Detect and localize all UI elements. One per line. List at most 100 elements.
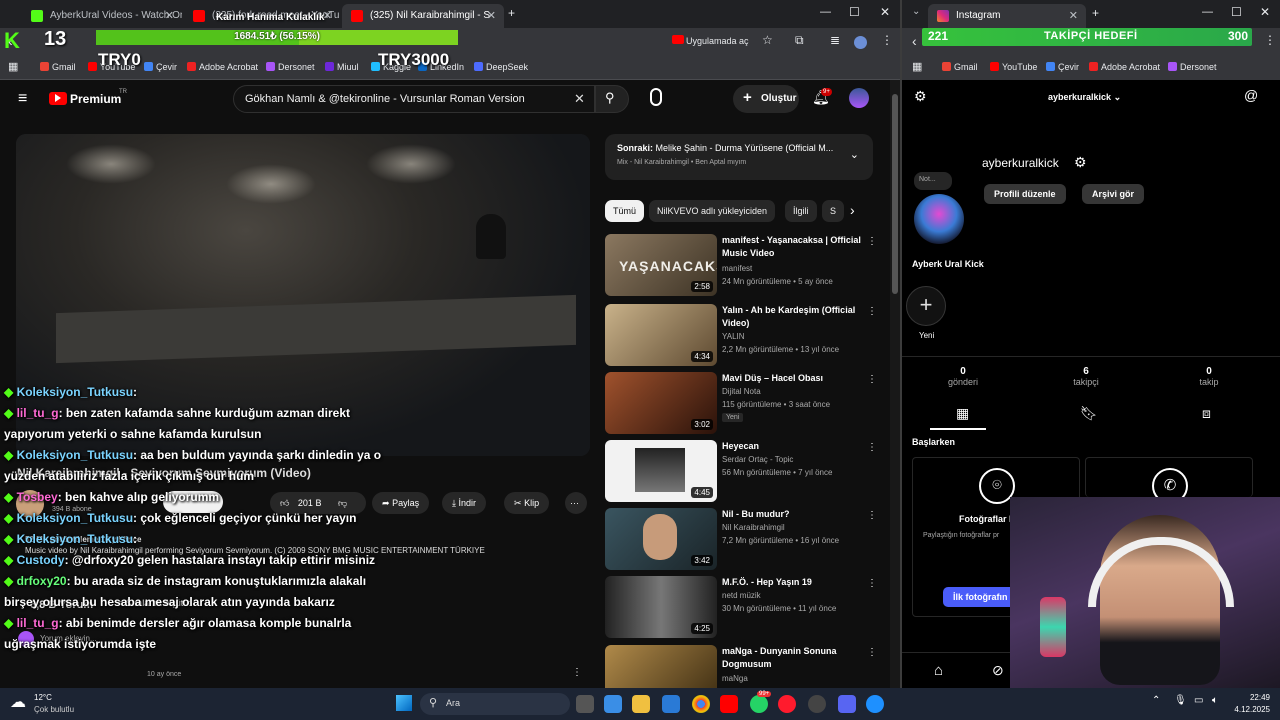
playlist-icon[interactable]: ≣ xyxy=(830,33,840,47)
weather-text[interactable]: Çok bulutlu xyxy=(34,705,74,714)
video-title[interactable]: maNga - Dunyanin Sonuna Dogmusum xyxy=(722,645,864,671)
close-window-icon[interactable]: ✕ xyxy=(1260,5,1270,19)
channel-name[interactable]: Nil Karaibrahimgil xyxy=(722,523,785,532)
bookmark-dersonet[interactable]: Dersonet xyxy=(1168,62,1217,72)
more-options-icon[interactable]: ⋮ xyxy=(867,647,877,658)
home-icon[interactable]: ⌂ xyxy=(934,662,943,679)
premium-logo-text[interactable]: Premium xyxy=(70,92,121,106)
clip-button[interactable]: ✂ Klip xyxy=(504,492,550,514)
weather-icon[interactable]: ☁ xyxy=(10,692,26,712)
minimize-icon[interactable]: — xyxy=(1202,6,1213,18)
clock-date[interactable]: 4.12.2025 xyxy=(1220,705,1270,714)
whatsapp-icon[interactable] xyxy=(750,695,768,713)
menu-kebab-icon[interactable]: ⋮ xyxy=(1264,33,1276,47)
video-thumbnail[interactable]: 4:25 xyxy=(605,576,717,638)
video-title[interactable]: Nil - Bu mudur? xyxy=(722,508,864,521)
more-options-icon[interactable]: ⋮ xyxy=(867,578,877,589)
download-button[interactable]: ⤓ İndir xyxy=(442,492,487,514)
profile-avatar-icon[interactable] xyxy=(854,36,867,49)
back-icon[interactable]: ‹ xyxy=(912,33,917,49)
bookmark-acrobat[interactable]: Adobe Acrobat xyxy=(1089,62,1160,72)
windows-start-icon[interactable] xyxy=(396,695,412,711)
close-icon[interactable]: ✕ xyxy=(487,9,496,22)
video-thumbnail[interactable] xyxy=(605,645,717,688)
view-archive-button[interactable]: Arşivi gör xyxy=(1082,184,1145,204)
chrome-icon[interactable] xyxy=(692,695,710,713)
edit-profile-button[interactable]: Profili düzenle xyxy=(984,184,1066,204)
chevron-right-icon[interactable]: › xyxy=(850,202,855,218)
profile-avatar[interactable] xyxy=(914,194,964,244)
scrollbar-thumb[interactable] xyxy=(892,94,898,294)
open-in-app-button[interactable]: Uygulamada aç xyxy=(686,36,749,46)
hamburger-menu-icon[interactable]: ≡ xyxy=(18,90,27,108)
note-bubble[interactable]: Not... xyxy=(914,172,952,190)
bookmark-gmail[interactable]: Gmail xyxy=(942,62,978,72)
video-title[interactable]: Yalın - Ah be Kardeşim (Official Video) xyxy=(722,304,864,330)
close-window-icon[interactable]: ✕ xyxy=(880,5,890,19)
new-tab-icon[interactable]: + xyxy=(1092,6,1099,20)
app-icon[interactable] xyxy=(866,695,884,713)
microphone-tray-icon[interactable]: 🎙︎ xyxy=(1174,695,1187,706)
chip-all[interactable]: Tümü xyxy=(605,200,645,222)
threads-icon[interactable]: @ xyxy=(1244,87,1258,103)
bookmark-youtube[interactable]: YouTube xyxy=(990,62,1037,72)
steam-icon[interactable] xyxy=(808,695,826,713)
video-thumbnail[interactable]: YAŞANACAKSA 2:58 xyxy=(605,234,717,296)
tab-instagram[interactable]: Instagram ✕ xyxy=(928,4,1086,28)
more-actions-button[interactable]: ··· xyxy=(565,492,587,514)
saved-tab-icon[interactable]: 🔖︎ xyxy=(1080,405,1098,422)
channel-name[interactable]: maNga xyxy=(722,674,748,683)
task-view-icon[interactable] xyxy=(576,695,594,713)
close-icon[interactable]: ✕ xyxy=(165,9,174,22)
recommendation-item[interactable]: YAŞANACAKSA 2:58 manifest - Yaşanacaksa |… xyxy=(605,234,877,296)
recommendation-item[interactable]: maNga - Dunyanin Sonuna Dogmusum maNga ⋮ xyxy=(605,645,877,688)
create-button[interactable]: + Oluştur xyxy=(733,85,799,113)
video-title[interactable]: manifest - Yaşanacaksa | Official Music … xyxy=(722,234,864,260)
tray-chevron-icon[interactable]: ⌃ xyxy=(1152,695,1160,706)
bookmark-translate[interactable]: Çevir xyxy=(1046,62,1079,72)
explore-icon[interactable]: ⊘ xyxy=(992,662,1004,679)
network-icon[interactable]: ▭ xyxy=(1194,695,1203,706)
posts-stat[interactable]: 0 gönderi xyxy=(928,366,998,387)
tagged-tab-icon[interactable]: ⧈ xyxy=(1202,405,1211,422)
tab-youtube-nil[interactable]: (325) Nil Karaibrahimgil - S ✕ xyxy=(342,4,504,28)
account-avatar[interactable] xyxy=(849,88,869,108)
recommendation-item[interactable]: 4:45 Heyecan Serdar Ortaç - Topic 56 Mn … xyxy=(605,440,877,502)
video-thumbnail[interactable]: 3:02 xyxy=(605,372,717,434)
weather-temp[interactable]: 12°C xyxy=(34,693,52,702)
first-photo-button[interactable]: İlk fotoğrafın xyxy=(943,587,1018,607)
extensions-icon[interactable]: ⧉ xyxy=(795,33,804,48)
settings-gear-icon[interactable]: ⚙ xyxy=(914,88,927,105)
grid-tab-icon[interactable]: ▦ xyxy=(956,405,969,422)
widgets-icon[interactable] xyxy=(604,695,622,713)
more-options-icon[interactable]: ⋮ xyxy=(867,442,877,453)
volume-icon[interactable]: 🔈︎ xyxy=(1212,695,1218,706)
channel-name[interactable]: netd müzik xyxy=(722,591,761,600)
opera-icon[interactable] xyxy=(778,695,796,713)
more-options-icon[interactable]: ⋮ xyxy=(867,510,877,521)
username-switcher[interactable]: ayberkuralkick ⌄ xyxy=(1048,92,1121,103)
followers-stat[interactable]: 6 takipçi xyxy=(1051,366,1121,387)
video-title[interactable]: Heyecan xyxy=(722,440,864,453)
video-thumbnail[interactable]: 3:42 xyxy=(605,508,717,570)
video-thumbnail[interactable]: 4:45 xyxy=(605,440,717,502)
channel-name[interactable]: manifest xyxy=(722,264,752,273)
channel-name[interactable]: Serdar Ortaç - Topic xyxy=(722,455,793,464)
bookmark-deepseek[interactable]: DeepSeek xyxy=(474,62,528,72)
maximize-icon[interactable]: ☐ xyxy=(849,5,860,19)
close-icon[interactable]: ✕ xyxy=(1069,9,1078,22)
chevron-down-icon[interactable]: ⌄ xyxy=(850,148,859,161)
clear-search-icon[interactable]: ✕ xyxy=(574,91,585,107)
new-highlight-button[interactable]: + xyxy=(906,286,946,326)
tab-kick[interactable]: AyberkUral Videos - Watch On ✕ xyxy=(22,4,182,28)
channel-name[interactable]: Dijital Nota xyxy=(722,387,761,396)
video-title[interactable]: M.F.Ö. - Hep Yaşın 19 xyxy=(722,576,864,589)
more-options-icon[interactable]: ⋮ xyxy=(867,236,877,247)
file-explorer-icon[interactable] xyxy=(632,695,650,713)
microphone-icon[interactable] xyxy=(650,88,662,106)
taskbar-search[interactable]: ⚲ Ara xyxy=(420,693,570,715)
recommendation-item[interactable]: 3:02 Mavi Düş – Hacel Obası Dijital Nota… xyxy=(605,372,877,434)
more-options-icon[interactable]: ⋮ xyxy=(867,306,877,317)
video-thumbnail[interactable]: 4:34 xyxy=(605,304,717,366)
minimize-icon[interactable]: — xyxy=(820,6,831,18)
